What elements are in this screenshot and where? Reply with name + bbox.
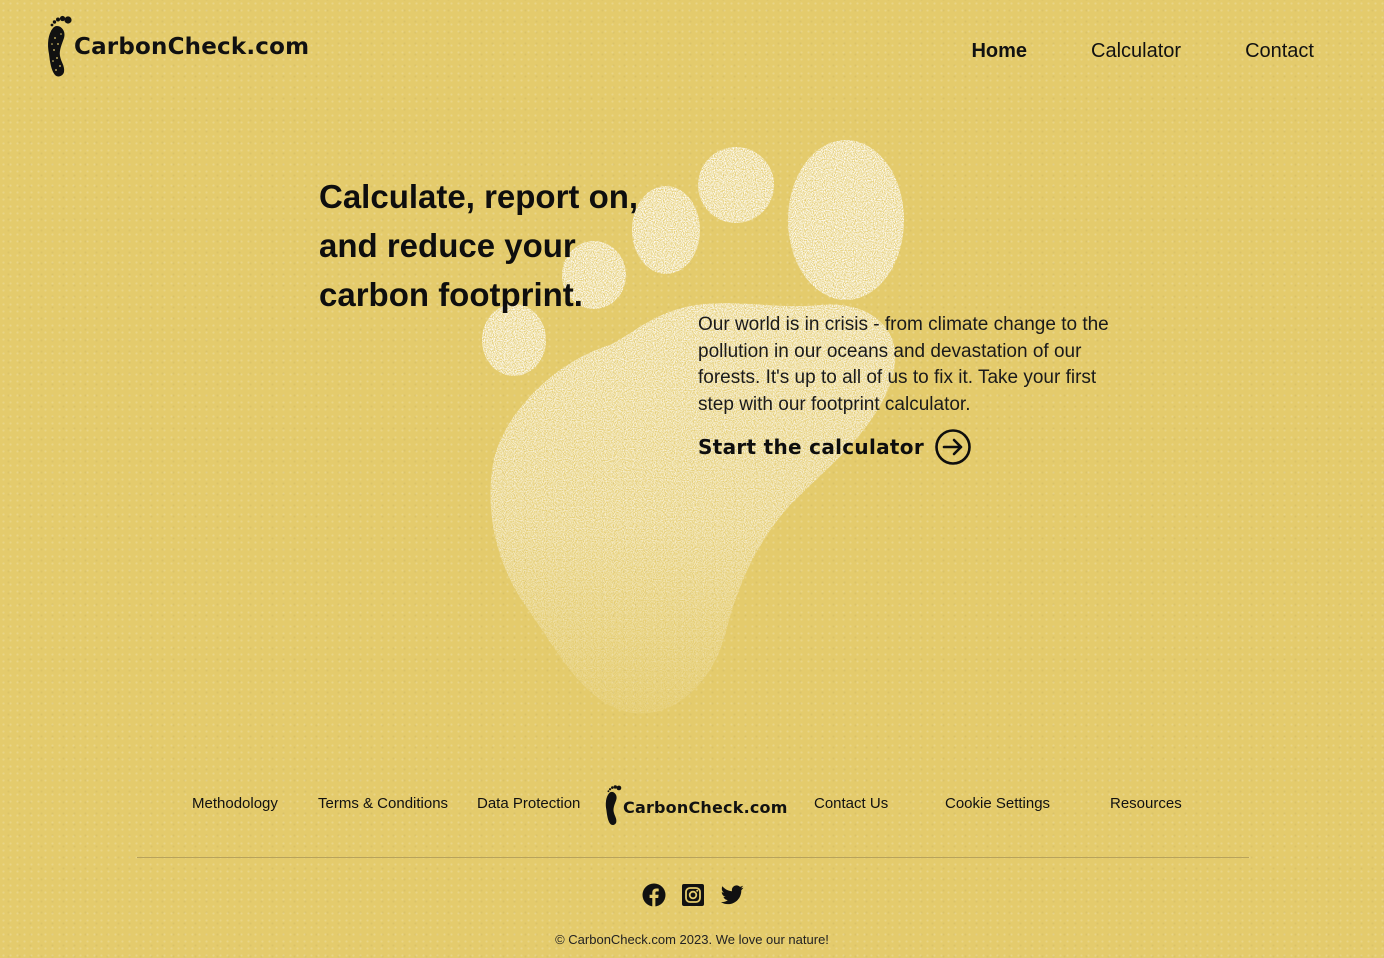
facebook-icon: [642, 883, 666, 907]
footer-logo[interactable]: CarbonCheck.com: [604, 784, 788, 826]
footer-link-terms[interactable]: Terms & Conditions: [318, 795, 448, 812]
instagram-icon: [682, 884, 704, 906]
main-nav: Home Calculator Contact: [907, 40, 1314, 63]
footprint-logo-icon: [48, 15, 72, 77]
footer-logo-wordmark: CarbonCheck.com: [623, 798, 788, 817]
start-calculator-button[interactable]: Start the calculator: [698, 428, 972, 466]
nav-item-contact[interactable]: Contact: [1245, 40, 1314, 63]
hero-title: Calculate, report on, and reduce your ca…: [319, 178, 639, 313]
footer-link-resources[interactable]: Resources: [1110, 795, 1182, 812]
logo-wordmark: CarbonCheck.com: [74, 34, 310, 60]
footer-link-cookie-settings[interactable]: Cookie Settings: [945, 795, 1050, 812]
footer-link-data-protection[interactable]: Data Protection: [477, 795, 580, 812]
facebook-link[interactable]: [642, 883, 666, 907]
footer-nav: Methodology Terms & Conditions Data Prot…: [0, 784, 1384, 826]
footprint-logo-icon: [605, 785, 622, 825]
nav-item-calculator[interactable]: Calculator: [1091, 40, 1181, 63]
instagram-link[interactable]: [681, 883, 705, 907]
footer-link-contact-us[interactable]: Contact Us: [814, 795, 888, 812]
social-links: [642, 883, 744, 907]
twitter-link[interactable]: [720, 883, 744, 907]
site-logo[interactable]: CarbonCheck.com: [46, 14, 309, 78]
footer-divider: [137, 857, 1249, 858]
hero-description: Our world is in crisis - from climate ch…: [698, 314, 1109, 415]
twitter-icon: [720, 885, 744, 905]
start-calculator-label: Start the calculator: [698, 435, 924, 459]
footer-link-methodology[interactable]: Methodology: [192, 795, 278, 812]
arrow-right-circle-icon: [935, 429, 971, 465]
nav-item-home[interactable]: Home: [971, 40, 1027, 63]
copyright-text: © CarbonCheck.com 2023. We love our natu…: [555, 932, 829, 947]
